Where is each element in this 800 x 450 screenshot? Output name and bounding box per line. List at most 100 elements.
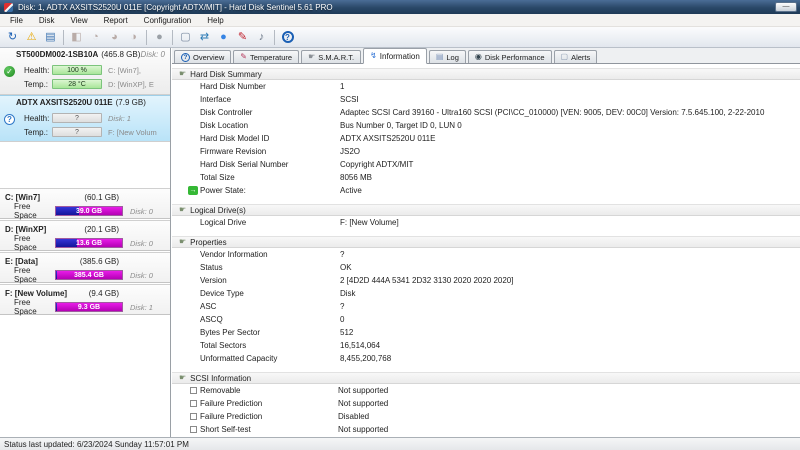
overview-icon: ? — [181, 53, 190, 62]
partition-free-row: Free Space13.6 GBDisk: 0 — [0, 236, 170, 250]
section-header[interactable]: ☛Hard Disk Summary — [172, 68, 800, 80]
menu-item-help[interactable]: Help — [199, 16, 231, 25]
tab-label: Overview — [193, 53, 224, 62]
sync-icon[interactable]: ⇄ — [195, 29, 214, 46]
free-space-value: 39.0 GB — [56, 207, 122, 215]
tab-disk-performance[interactable]: ◉Disk Performance — [468, 50, 552, 63]
info-label: Failure Prediction — [200, 399, 338, 408]
alerts-icon: ▢ — [561, 53, 569, 61]
partition-free-row: Free Space39.0 GBDisk: 0 — [0, 204, 170, 218]
info-label: Hard Disk Model ID — [200, 134, 340, 143]
health-meter: 100 % — [52, 65, 102, 75]
partition-item[interactable]: E: [Data](385.6 GB)Free Space385.4 GBDis… — [0, 252, 170, 283]
info-value: 512 — [340, 328, 353, 337]
menu-item-report[interactable]: Report — [96, 16, 136, 25]
info-value: SCSI — [340, 95, 359, 104]
checkbox-icon[interactable] — [190, 387, 197, 394]
tab-overview[interactable]: ?Overview — [174, 50, 231, 63]
disk-model: ADTX AXSITS2520U 011E — [16, 98, 113, 107]
disk-unknown-icon: ? — [4, 114, 15, 125]
section-collapse-icon: ☛ — [179, 374, 186, 382]
disk-item[interactable]: ✓ST500DM002-1SB10A(465.8 GB)Disk: 0Healt… — [0, 48, 170, 95]
info-row: Unformatted Capacity8,455,200,768 — [172, 352, 800, 365]
refresh-icon[interactable]: ↻ — [3, 29, 22, 46]
tab-alerts[interactable]: ▢Alerts — [554, 50, 598, 63]
window-title: Disk: 1, ADTX AXSITS2520U 011E [Copyrigh… — [18, 3, 333, 12]
info-row: Vendor Information? — [172, 248, 800, 261]
tab-temperature[interactable]: ✎Temperature — [233, 50, 299, 63]
info-row: Disk LocationBus Number 0, Target ID 0, … — [172, 119, 800, 132]
section-header[interactable]: ☛ Properties — [172, 236, 800, 248]
free-space-bar: 13.6 GB — [55, 238, 123, 248]
section-header[interactable]: ☛Logical Drive(s) — [172, 204, 800, 216]
partition-item[interactable]: F: [New Volume](9.4 GB)Free Space9.3 GBD… — [0, 284, 170, 315]
info-row: Total Size8056 MB — [172, 171, 800, 184]
info-row: →Power State:Active — [172, 184, 800, 197]
info-label: ASC — [200, 302, 340, 311]
help-icon: ? — [282, 31, 294, 43]
info-label: Interface — [200, 95, 340, 104]
info-label: Short Self-test — [200, 425, 338, 434]
help-icon[interactable]: ? — [278, 29, 297, 46]
free-space-value: 13.6 GB — [56, 239, 122, 247]
disk-performance-icon: ◉ — [475, 53, 482, 61]
monitor-pen-icon[interactable]: ✎ — [233, 29, 252, 46]
tab-label: Temperature — [250, 53, 292, 62]
partition-item[interactable]: C: [Win7](60.1 GB)Free Space39.0 GBDisk:… — [0, 188, 170, 219]
tab-label: S.M.A.R.T. — [318, 53, 354, 62]
free-space-bar: 39.0 GB — [55, 206, 123, 216]
menu-item-view[interactable]: View — [62, 16, 95, 25]
temp-right-text: F: [New Volum — [108, 128, 170, 137]
partition-disk-label: Disk: 1 — [130, 303, 153, 312]
sphere-icon: ● — [156, 32, 163, 43]
tab-label: Disk Performance — [485, 53, 545, 62]
section-title: Properties — [190, 238, 226, 247]
smart-icon: ☛ — [308, 53, 315, 61]
network-icon[interactable]: ● — [214, 29, 233, 46]
menu-item-configuration[interactable]: Configuration — [136, 16, 200, 25]
section-collapse-icon: ☛ — [179, 206, 186, 214]
tab-label: Log — [446, 53, 459, 62]
info-value: Disabled — [338, 412, 369, 421]
information-icon: ↯ — [370, 52, 377, 60]
power-state-icon: → — [188, 186, 198, 195]
log-icon: ▤ — [436, 53, 444, 61]
disk-report-icon[interactable]: ▤ — [41, 29, 60, 46]
free-space-value: 9.3 GB — [56, 303, 122, 311]
section-collapse-icon: ☛ — [179, 238, 186, 246]
temp-label: Temp.: — [24, 80, 52, 89]
info-label: Removable — [200, 386, 338, 395]
info-row: ASC? — [172, 300, 800, 313]
section-collapse-icon: ☛ — [179, 70, 186, 78]
checkbox-icon[interactable] — [190, 413, 197, 420]
minimize-button[interactable]: — — [775, 2, 797, 12]
disk-list: ✓ST500DM002-1SB10A(465.8 GB)Disk: 0Healt… — [0, 48, 170, 142]
info-row: ASCQ0 — [172, 313, 800, 326]
info-row: Hard Disk Number1 — [172, 80, 800, 93]
partition-item[interactable]: D: [WinXP](20.1 GB)Free Space13.6 GBDisk… — [0, 220, 170, 251]
info-value: Not supported — [338, 399, 388, 408]
menu-item-file[interactable]: File — [2, 16, 31, 25]
main-panel: ?Overview✎Temperature☛S.M.A.R.T.↯Informa… — [172, 48, 800, 437]
tab-s-m-a-r-t-[interactable]: ☛S.M.A.R.T. — [301, 50, 361, 63]
disk-report-icon: ▤ — [45, 32, 55, 43]
info-value: 8,455,200,768 — [340, 354, 391, 363]
panel-icon[interactable]: ▢ — [176, 29, 195, 46]
checkbox-icon[interactable] — [190, 400, 197, 407]
partition-free-row: Free Space385.4 GBDisk: 0 — [0, 268, 170, 282]
info-value: ADTX AXSITS2520U 011E — [340, 134, 435, 143]
checkbox-icon[interactable] — [190, 426, 197, 433]
disk-item[interactable]: ?ADTX AXSITS2520U 011E(7.9 GB)Health:?Di… — [0, 95, 170, 142]
tab-log[interactable]: ▤Log — [429, 50, 466, 63]
sync-icon: ⇄ — [200, 32, 209, 43]
menu-item-disk[interactable]: Disk — [31, 16, 63, 25]
health-right-text: C: [Win7], — [108, 66, 170, 75]
info-label: Firmware Revision — [200, 147, 340, 156]
section-header[interactable]: ☛SCSI Information — [172, 372, 800, 384]
warning-icon[interactable]: ⚠ — [22, 29, 41, 46]
disk-tool-icon-3: ◕ — [111, 32, 118, 43]
info-label: Status — [200, 263, 340, 272]
speaker-icon[interactable]: ♪ — [252, 29, 271, 46]
panel-icon: ▢ — [180, 32, 190, 43]
tab-information[interactable]: ↯Information — [363, 48, 427, 64]
